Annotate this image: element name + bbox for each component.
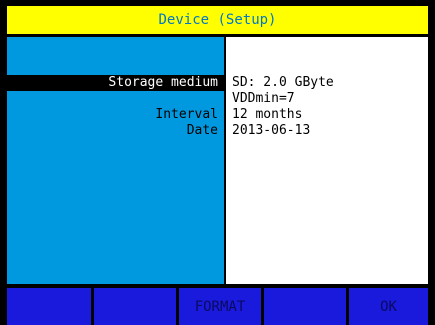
field-label-storage-medium[interactable]: Storage medium [7,75,224,91]
softkey-1[interactable] [7,288,91,325]
screen-title: Device (Setup) [7,6,428,34]
label-panel: Storage medium Interval Date [7,37,224,284]
field-value-storage-medium: SD: 2.0 GByte [232,75,334,90]
field-value-interval[interactable]: 12 months [232,107,302,123]
softkey-4[interactable] [264,288,346,325]
field-value-date[interactable]: 2013-06-13 [232,123,310,139]
field-label-date[interactable]: Date [187,123,218,139]
device-setup-screen: Device (Setup) Storage medium Interval D… [0,0,435,325]
field-value-vddmin: VDDmin=7 [232,91,295,106]
ok-button[interactable]: OK [349,288,428,325]
format-button[interactable]: FORMAT [179,288,261,325]
field-label-interval[interactable]: Interval [155,107,218,123]
value-panel: SD: 2.0 GByte VDDmin=7 12 months 2013-06… [226,37,428,284]
softkey-bar: FORMAT OK [7,288,428,325]
softkey-2[interactable] [94,288,176,325]
